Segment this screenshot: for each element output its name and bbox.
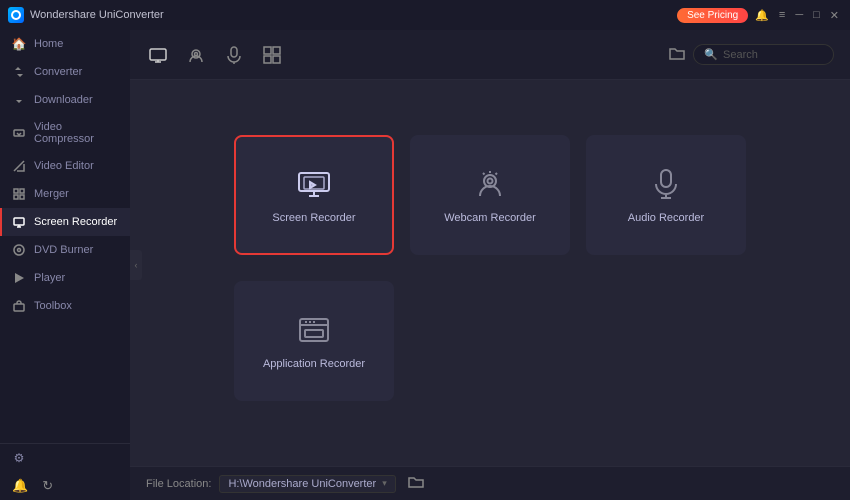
toolbar-right: 🔍 xyxy=(669,44,834,65)
sidebar-item-video-compressor[interactable]: Video Compressor xyxy=(0,114,130,152)
sidebar-label-video-editor: Video Editor xyxy=(34,160,94,172)
sidebar-label-merger: Merger xyxy=(34,188,69,200)
application-recorder-card-label: Application Recorder xyxy=(263,358,365,370)
webcam-recorder-card[interactable]: Webcam Recorder xyxy=(410,135,570,255)
converter-icon xyxy=(12,65,26,79)
content-area: ‹ 🔍 xyxy=(130,30,850,500)
sidebar-item-merger[interactable]: Merger xyxy=(0,180,130,208)
webcam-recorder-card-label: Webcam Recorder xyxy=(444,212,536,224)
recorder-grid: Screen Recorder Webcam Recorder Audio Re… xyxy=(130,80,850,466)
title-icon-1: 🔔 xyxy=(752,9,772,22)
screen-recorder-card-label: Screen Recorder xyxy=(272,212,355,224)
application-recorder-card-icon xyxy=(296,312,332,348)
webcam-toolbar-icon[interactable] xyxy=(184,43,208,67)
title-icon-2: ≡ xyxy=(776,9,788,21)
search-input[interactable] xyxy=(723,49,823,61)
collapse-toggle[interactable]: ‹ xyxy=(130,250,142,280)
sidebar-bottom: ⚙ 🔔 ↻ xyxy=(0,443,130,500)
search-icon: 🔍 xyxy=(704,48,718,61)
close-button[interactable]: ✕ xyxy=(827,9,842,22)
title-bar-left: Wondershare UniConverter xyxy=(8,7,164,23)
sidebar-label-downloader: Downloader xyxy=(34,94,93,106)
minimize-button[interactable]: ─ xyxy=(792,9,806,21)
file-location-path[interactable]: H:\Wondershare UniConverter ▾ xyxy=(219,475,395,493)
player-icon xyxy=(12,271,26,285)
content-toolbar: 🔍 xyxy=(130,30,850,80)
feedback-icon[interactable]: ↻ xyxy=(42,478,53,494)
sidebar-item-converter[interactable]: Converter xyxy=(0,58,130,86)
merger-icon xyxy=(12,187,26,201)
sidebar-item-home[interactable]: 🏠 Home xyxy=(0,30,130,58)
video-editor-icon xyxy=(12,159,26,173)
sidebar-item-video-editor[interactable]: Video Editor xyxy=(0,152,130,180)
audio-recorder-card-label: Audio Recorder xyxy=(628,212,704,224)
notifications-icon[interactable]: 🔔 xyxy=(12,478,28,494)
mic-toolbar-icon[interactable] xyxy=(222,43,246,67)
sidebar-item-toolbox[interactable]: Toolbox xyxy=(0,292,130,320)
app-title: Wondershare UniConverter xyxy=(30,9,164,21)
sidebar-label-screen-recorder: Screen Recorder xyxy=(34,216,117,228)
title-bar: Wondershare UniConverter See Pricing 🔔 ≡… xyxy=(0,0,850,30)
sidebar-label-player: Player xyxy=(34,272,65,284)
title-bar-right: See Pricing 🔔 ≡ ─ □ ✕ xyxy=(677,8,842,23)
video-compressor-icon xyxy=(12,126,26,140)
toolbar-left xyxy=(146,43,284,67)
see-pricing-button[interactable]: See Pricing xyxy=(677,8,748,23)
webcam-recorder-card-icon xyxy=(472,166,508,202)
toolbox-icon xyxy=(12,299,26,313)
sidebar-item-player[interactable]: Player xyxy=(0,264,130,292)
folder-button[interactable] xyxy=(669,45,685,64)
chevron-down-icon: ▾ xyxy=(382,478,387,489)
screen-recorder-card[interactable]: Screen Recorder xyxy=(234,135,394,255)
sidebar-item-screen-recorder[interactable]: Screen Recorder xyxy=(0,208,130,236)
sidebar-label-toolbox: Toolbox xyxy=(34,300,72,312)
sidebar-label-converter: Converter xyxy=(34,66,82,78)
grid-inner: Screen Recorder Webcam Recorder Audio Re… xyxy=(234,135,746,411)
downloader-icon xyxy=(12,93,26,107)
sidebar-label-home: Home xyxy=(34,38,63,50)
settings-icon: ⚙ xyxy=(12,451,26,465)
open-folder-button[interactable] xyxy=(408,475,424,492)
screen-recorder-sidebar-icon xyxy=(12,215,26,229)
sidebar-item-settings[interactable]: ⚙ xyxy=(0,444,130,472)
sidebar-label-video-compressor: Video Compressor xyxy=(34,121,118,145)
screen-recorder-card-icon xyxy=(296,166,332,202)
file-location-bar: File Location: H:\Wondershare UniConvert… xyxy=(130,466,850,500)
sidebar-label-dvd-burner: DVD Burner xyxy=(34,244,93,256)
file-path-text: H:\Wondershare UniConverter xyxy=(228,478,376,490)
sidebar-item-dvd-burner[interactable]: DVD Burner xyxy=(0,236,130,264)
audio-recorder-card-icon xyxy=(648,166,684,202)
main-layout: 🏠 Home Converter Downloader Video Compre… xyxy=(0,30,850,500)
maximize-button[interactable]: □ xyxy=(810,9,823,21)
screen-toolbar-icon[interactable] xyxy=(146,43,170,67)
sidebar: 🏠 Home Converter Downloader Video Compre… xyxy=(0,30,130,500)
dvd-burner-icon xyxy=(12,243,26,257)
app-logo xyxy=(8,7,24,23)
audio-recorder-card[interactable]: Audio Recorder xyxy=(586,135,746,255)
home-icon: 🏠 xyxy=(12,37,26,51)
sidebar-item-downloader[interactable]: Downloader xyxy=(0,86,130,114)
search-box: 🔍 xyxy=(693,44,834,65)
apps-toolbar-icon[interactable] xyxy=(260,43,284,67)
file-location-label: File Location: xyxy=(146,478,211,490)
application-recorder-card[interactable]: Application Recorder xyxy=(234,281,394,401)
